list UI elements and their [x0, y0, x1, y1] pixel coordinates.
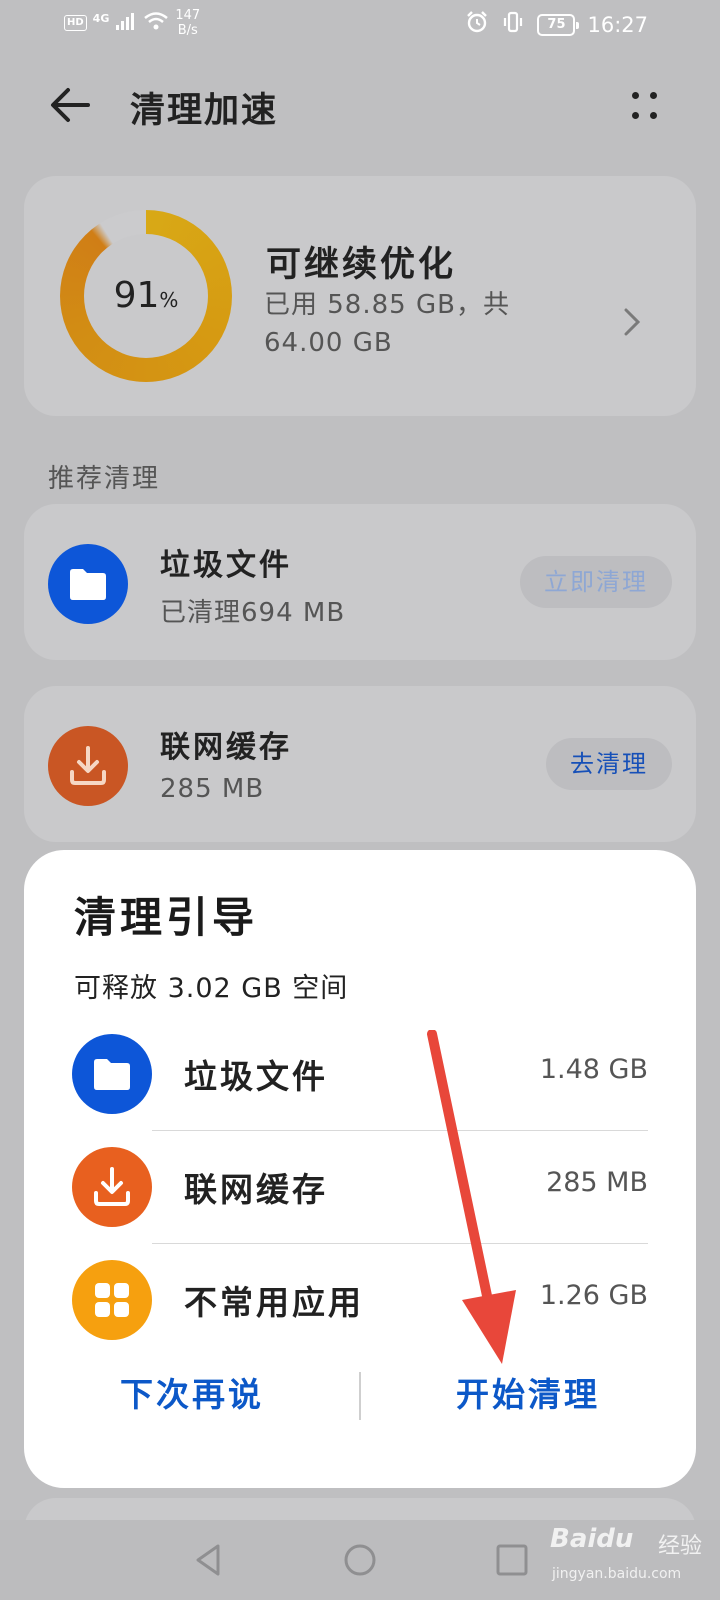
- dialog-row-size: 1.48 GB: [539, 1054, 648, 1085]
- annotation-arrow-icon: [427, 1030, 516, 1364]
- dialog-row-name: 垃圾文件: [184, 1057, 328, 1096]
- nav-home-button[interactable]: [338, 1538, 382, 1582]
- back-arrow-icon: [51, 88, 90, 122]
- more-options-button[interactable]: [620, 82, 670, 132]
- baidu-watermark: Baidu 经验 jingyan.baidu.com: [550, 1520, 720, 1600]
- storage-percent-value: 91: [113, 275, 160, 316]
- dialog-row-size: 1.26 GB: [539, 1280, 648, 1311]
- recommend-item-cache[interactable]: 联网缓存 285 MB 去清理: [24, 686, 696, 842]
- signal-icon: [115, 11, 137, 35]
- vibrate-icon: [501, 10, 525, 39]
- dialog-actions: 下次再说 开始清理: [24, 1360, 696, 1430]
- item-name: 垃圾文件: [160, 548, 292, 583]
- storage-percent-sign: %: [159, 288, 179, 312]
- storage-percent: 91%: [60, 210, 232, 382]
- net-speed: 147 B/s: [175, 8, 200, 38]
- download-icon: [72, 1147, 152, 1227]
- nav-recents-button[interactable]: [490, 1538, 534, 1582]
- storage-usage-ring: 91%: [60, 210, 232, 382]
- status-left: HD 4G 147 B/s: [64, 8, 200, 38]
- item-name: 联网缓存: [160, 730, 292, 765]
- cleanup-guide-dialog: 清理引导 可释放 3.02 GB 空间 垃圾文件 1.48 GB 联网缓存 28…: [24, 850, 696, 1488]
- network-type: 4G: [92, 11, 110, 25]
- dialog-row-name: 联网缓存: [184, 1170, 328, 1209]
- back-button[interactable]: [44, 78, 98, 132]
- dialog-row-name: 不常用应用: [184, 1283, 364, 1322]
- watermark-brand-cn: 经验: [658, 1534, 703, 1559]
- folder-icon: [48, 544, 128, 624]
- page-title: 清理加速: [130, 91, 279, 131]
- net-speed-value: 147: [175, 8, 201, 23]
- dialog-row-size: 285 MB: [546, 1167, 648, 1198]
- dialog-row-cache: 联网缓存 285 MB: [24, 1131, 696, 1243]
- wifi-icon: [143, 11, 169, 35]
- dialog-row-apps: 不常用应用 1.26 GB: [24, 1244, 696, 1356]
- storage-card[interactable]: 91% 可继续优化 已用 58.85 GB，共 64.00 GB: [24, 176, 696, 416]
- start-cleanup-button[interactable]: 开始清理: [360, 1360, 696, 1430]
- watermark-brand: Baidu: [550, 1524, 634, 1554]
- triangle-back-icon: [196, 1544, 220, 1576]
- status-bar: HD 4G 147 B/s 75 16:27: [0, 0, 720, 50]
- go-clean-button[interactable]: 去清理: [546, 738, 672, 790]
- status-right: 75 16:27: [465, 10, 648, 39]
- watermark-url: jingyan.baidu.com: [552, 1566, 682, 1582]
- app-header: 清理加速: [0, 70, 720, 140]
- net-speed-unit: B/s: [177, 23, 198, 38]
- recommend-item-junk[interactable]: 垃圾文件 已清理694 MB 立即清理: [24, 504, 696, 660]
- dialog-subtitle: 可释放 3.02 GB 空间: [74, 973, 349, 1004]
- section-label-recommend: 推荐清理: [48, 464, 161, 494]
- circle-home-icon: [344, 1544, 376, 1576]
- clean-now-button[interactable]: 立即清理: [520, 556, 672, 608]
- storage-detail: 已用 58.85 GB，共 64.00 GB: [264, 290, 510, 358]
- later-button[interactable]: 下次再说: [24, 1360, 360, 1430]
- nav-back-button[interactable]: [188, 1538, 232, 1582]
- item-sub: 285 MB: [160, 774, 265, 804]
- folder-icon: [72, 1034, 152, 1114]
- chevron-right-icon: [622, 306, 642, 346]
- battery-icon: 75: [537, 13, 580, 36]
- dialog-row-junk: 垃圾文件 1.48 GB: [24, 1018, 696, 1130]
- storage-title: 可继续优化: [266, 245, 457, 285]
- dialog-title: 清理引导: [74, 893, 259, 942]
- hd-badge: HD: [64, 15, 87, 31]
- apps-grid-icon: [72, 1260, 152, 1340]
- clock: 16:27: [587, 12, 648, 37]
- alarm-icon: [465, 10, 489, 39]
- download-icon: [48, 726, 128, 806]
- item-sub: 已清理694 MB: [160, 598, 346, 628]
- square-recents-icon: [496, 1544, 528, 1576]
